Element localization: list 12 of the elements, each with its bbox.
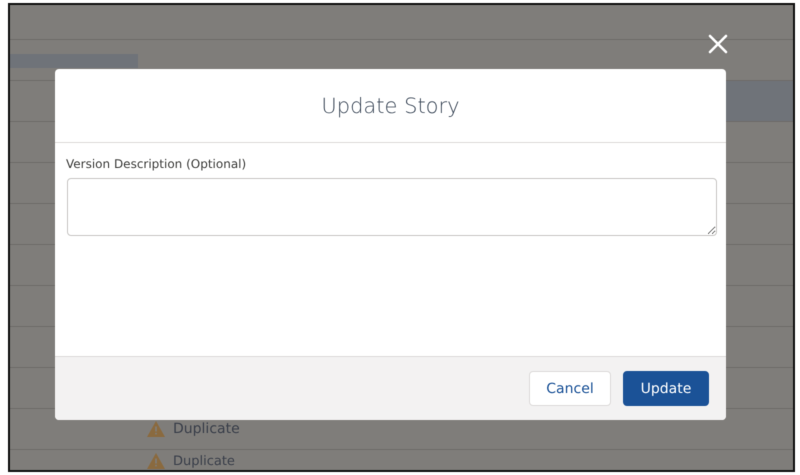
update-button[interactable]: Update — [623, 371, 709, 406]
status-label: Duplicate — [173, 421, 240, 437]
field-label: Version Description (Optional) — [66, 157, 248, 171]
cancel-button[interactable]: Cancel — [529, 371, 611, 406]
warning-icon — [147, 421, 165, 437]
description-field[interactable] — [67, 178, 717, 236]
warning-icon — [147, 453, 165, 469]
close-icon — [707, 33, 729, 55]
status-label: Duplicate — [173, 454, 235, 468]
highlighted-row[interactable] — [724, 81, 793, 121]
modal-title: Update Story — [321, 94, 460, 118]
close-button[interactable] — [707, 33, 729, 55]
